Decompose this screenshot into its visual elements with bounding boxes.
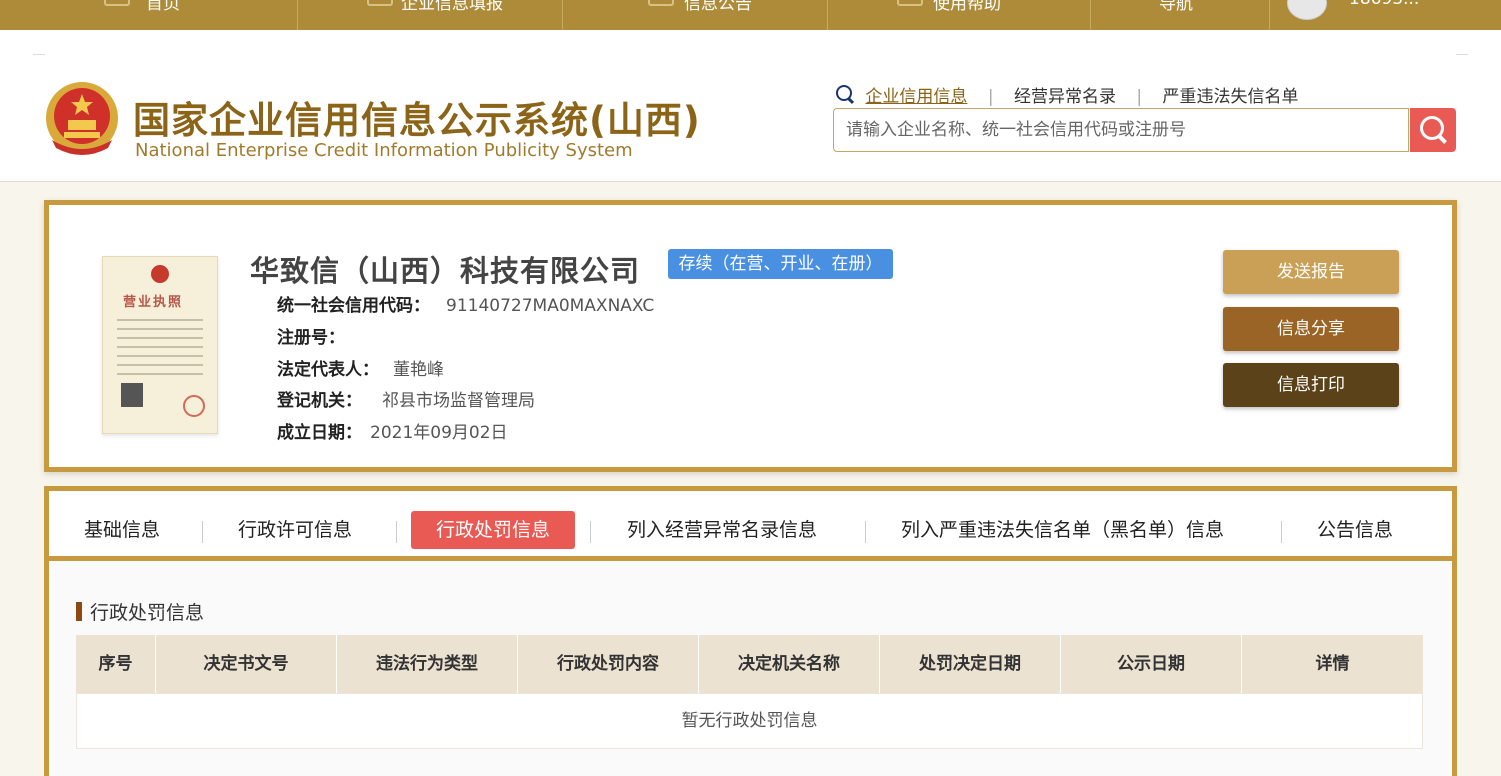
- search-icon: [1420, 116, 1444, 140]
- notice-icon: [648, 0, 674, 6]
- business-license-image[interactable]: 营业执照: [102, 256, 218, 434]
- search-button[interactable]: [1410, 108, 1456, 152]
- nav-item-notice[interactable]: 信息公告: [562, 0, 828, 30]
- nav-item-label: 信息公告: [684, 0, 752, 14]
- nav-item-help[interactable]: 使用帮助: [827, 0, 1091, 30]
- field-label: 注册号：: [277, 328, 345, 348]
- edit-icon: [367, 0, 393, 6]
- status-badge: 存续（在营、开业、在册）: [668, 249, 893, 279]
- field-value: 祁县市场监督管理局: [382, 391, 535, 411]
- divider: [1456, 54, 1468, 55]
- nav-item-home[interactable]: 首页: [0, 0, 298, 30]
- field-label: 成立日期：: [277, 423, 362, 443]
- tab-announcements[interactable]: 公告信息: [1317, 511, 1393, 549]
- stamp-icon: [183, 395, 205, 417]
- column-header: 决定书文号: [156, 635, 337, 693]
- column-header: 公示日期: [1061, 635, 1242, 693]
- field-legal-representative: 法定代表人： 董艳峰: [277, 355, 444, 380]
- section-marker: [76, 602, 82, 621]
- nav-item-label: 首页: [146, 0, 180, 14]
- nav-item-enterprise-filing[interactable]: 企业信息填报: [297, 0, 563, 30]
- field-label: 统一社会信用代码：: [277, 296, 430, 316]
- search-input[interactable]: [844, 119, 1398, 141]
- divider: [33, 54, 45, 55]
- tab-basic-info[interactable]: 基础信息: [84, 511, 160, 549]
- column-header: 决定机关名称: [699, 635, 880, 693]
- company-name: 华致信（山西）科技有限公司: [250, 254, 641, 288]
- home-icon: [104, 0, 130, 6]
- divider: [865, 521, 866, 543]
- field-value: 91140727MA0MAXNAXC: [446, 296, 655, 316]
- search-tab-blacklist[interactable]: 严重违法失信名单: [1163, 82, 1299, 107]
- nav-item-label: 企业信息填报: [401, 0, 503, 14]
- divider: [590, 521, 591, 543]
- divider: [1281, 521, 1282, 543]
- table-empty-message: 暂无行政处罚信息: [76, 693, 1423, 749]
- national-emblem-icon: [46, 82, 118, 155]
- search-tab-abnormal-list[interactable]: 经营异常名录: [1014, 82, 1116, 107]
- emblem-icon: [151, 265, 169, 283]
- nav-item-label: 导航: [1159, 0, 1193, 14]
- username[interactable]: 18693...: [1349, 0, 1419, 9]
- divider: |: [987, 87, 994, 107]
- tab-blacklist[interactable]: 列入严重违法失信名单（黑名单）信息: [901, 511, 1224, 549]
- field-established-date: 成立日期： 2021年09月02日: [277, 418, 508, 443]
- help-icon: [897, 0, 923, 6]
- nav-item-navigation[interactable]: 导航: [1090, 0, 1270, 30]
- tab-admin-license[interactable]: 行政许可信息: [238, 511, 352, 549]
- column-header: 序号: [76, 635, 156, 693]
- field-registration-authority: 登记机关： 祁县市场监督管理局: [277, 386, 535, 411]
- field-label: 登记机关：: [277, 391, 362, 411]
- divider: [202, 521, 203, 543]
- field-registration-number: 注册号：: [277, 323, 345, 348]
- company-card: 营业执照 华致信（山西）科技有限公司 存续（在营、开业、在册） 统一社会信用代码…: [44, 200, 1457, 472]
- section-title: 行政处罚信息: [90, 602, 205, 624]
- license-title: 营业执照: [123, 295, 184, 310]
- field-label: 法定代表人：: [277, 360, 379, 380]
- divider: |: [1136, 87, 1143, 107]
- column-header: 详情: [1315, 654, 1350, 674]
- field-value: 2021年09月02日: [370, 423, 508, 443]
- license-text-lines: [117, 319, 203, 382]
- send-report-button[interactable]: 发送报告: [1223, 250, 1399, 294]
- share-info-button[interactable]: 信息分享: [1223, 307, 1399, 351]
- site-title: 国家企业信用信息公示系统(山西): [133, 99, 701, 142]
- tab-admin-penalty[interactable]: 行政处罚信息: [411, 511, 575, 549]
- column-header: 处罚决定日期: [880, 635, 1061, 693]
- tab-abnormal-list[interactable]: 列入经营异常名录信息: [627, 511, 817, 549]
- site-subtitle: National Enterprise Credit Information P…: [135, 140, 633, 161]
- field-value: 董艳峰: [393, 360, 444, 380]
- search-tab-credit-info[interactable]: 企业信用信息: [865, 82, 967, 107]
- avatar[interactable]: [1287, 0, 1327, 20]
- search-box: [833, 108, 1409, 152]
- nav-item-label: 使用帮助: [933, 0, 1001, 14]
- qr-code-icon: [121, 383, 143, 407]
- top-nav: 首页 企业信息填报 信息公告 使用帮助 导航 18693...: [0, 0, 1501, 30]
- penalty-table-header: 序号 决定书文号 违法行为类型 行政处罚内容 决定机关名称 处罚决定日期 公示日…: [76, 635, 1423, 693]
- site-header: 国家企业信用信息公示系统(山西) National Enterprise Cre…: [0, 30, 1501, 182]
- detail-panel: 基础信息 行政许可信息 行政处罚信息 列入经营异常名录信息 列入严重违法失信名单…: [44, 486, 1457, 776]
- field-credit-code: 统一社会信用代码： 91140727MA0MAXNAXC: [277, 291, 654, 316]
- divider: [396, 521, 397, 543]
- column-header: 违法行为类型: [337, 635, 518, 693]
- search-icon: [836, 85, 852, 101]
- print-info-button[interactable]: 信息打印: [1223, 363, 1399, 407]
- search-type-tabs: 企业信用信息 | 经营异常名录 | 严重违法失信名单: [836, 82, 1299, 107]
- column-header: 行政处罚内容: [518, 635, 699, 693]
- tab-bar: 基础信息 行政许可信息 行政处罚信息 列入经营异常名录信息 列入严重违法失信名单…: [49, 491, 1452, 561]
